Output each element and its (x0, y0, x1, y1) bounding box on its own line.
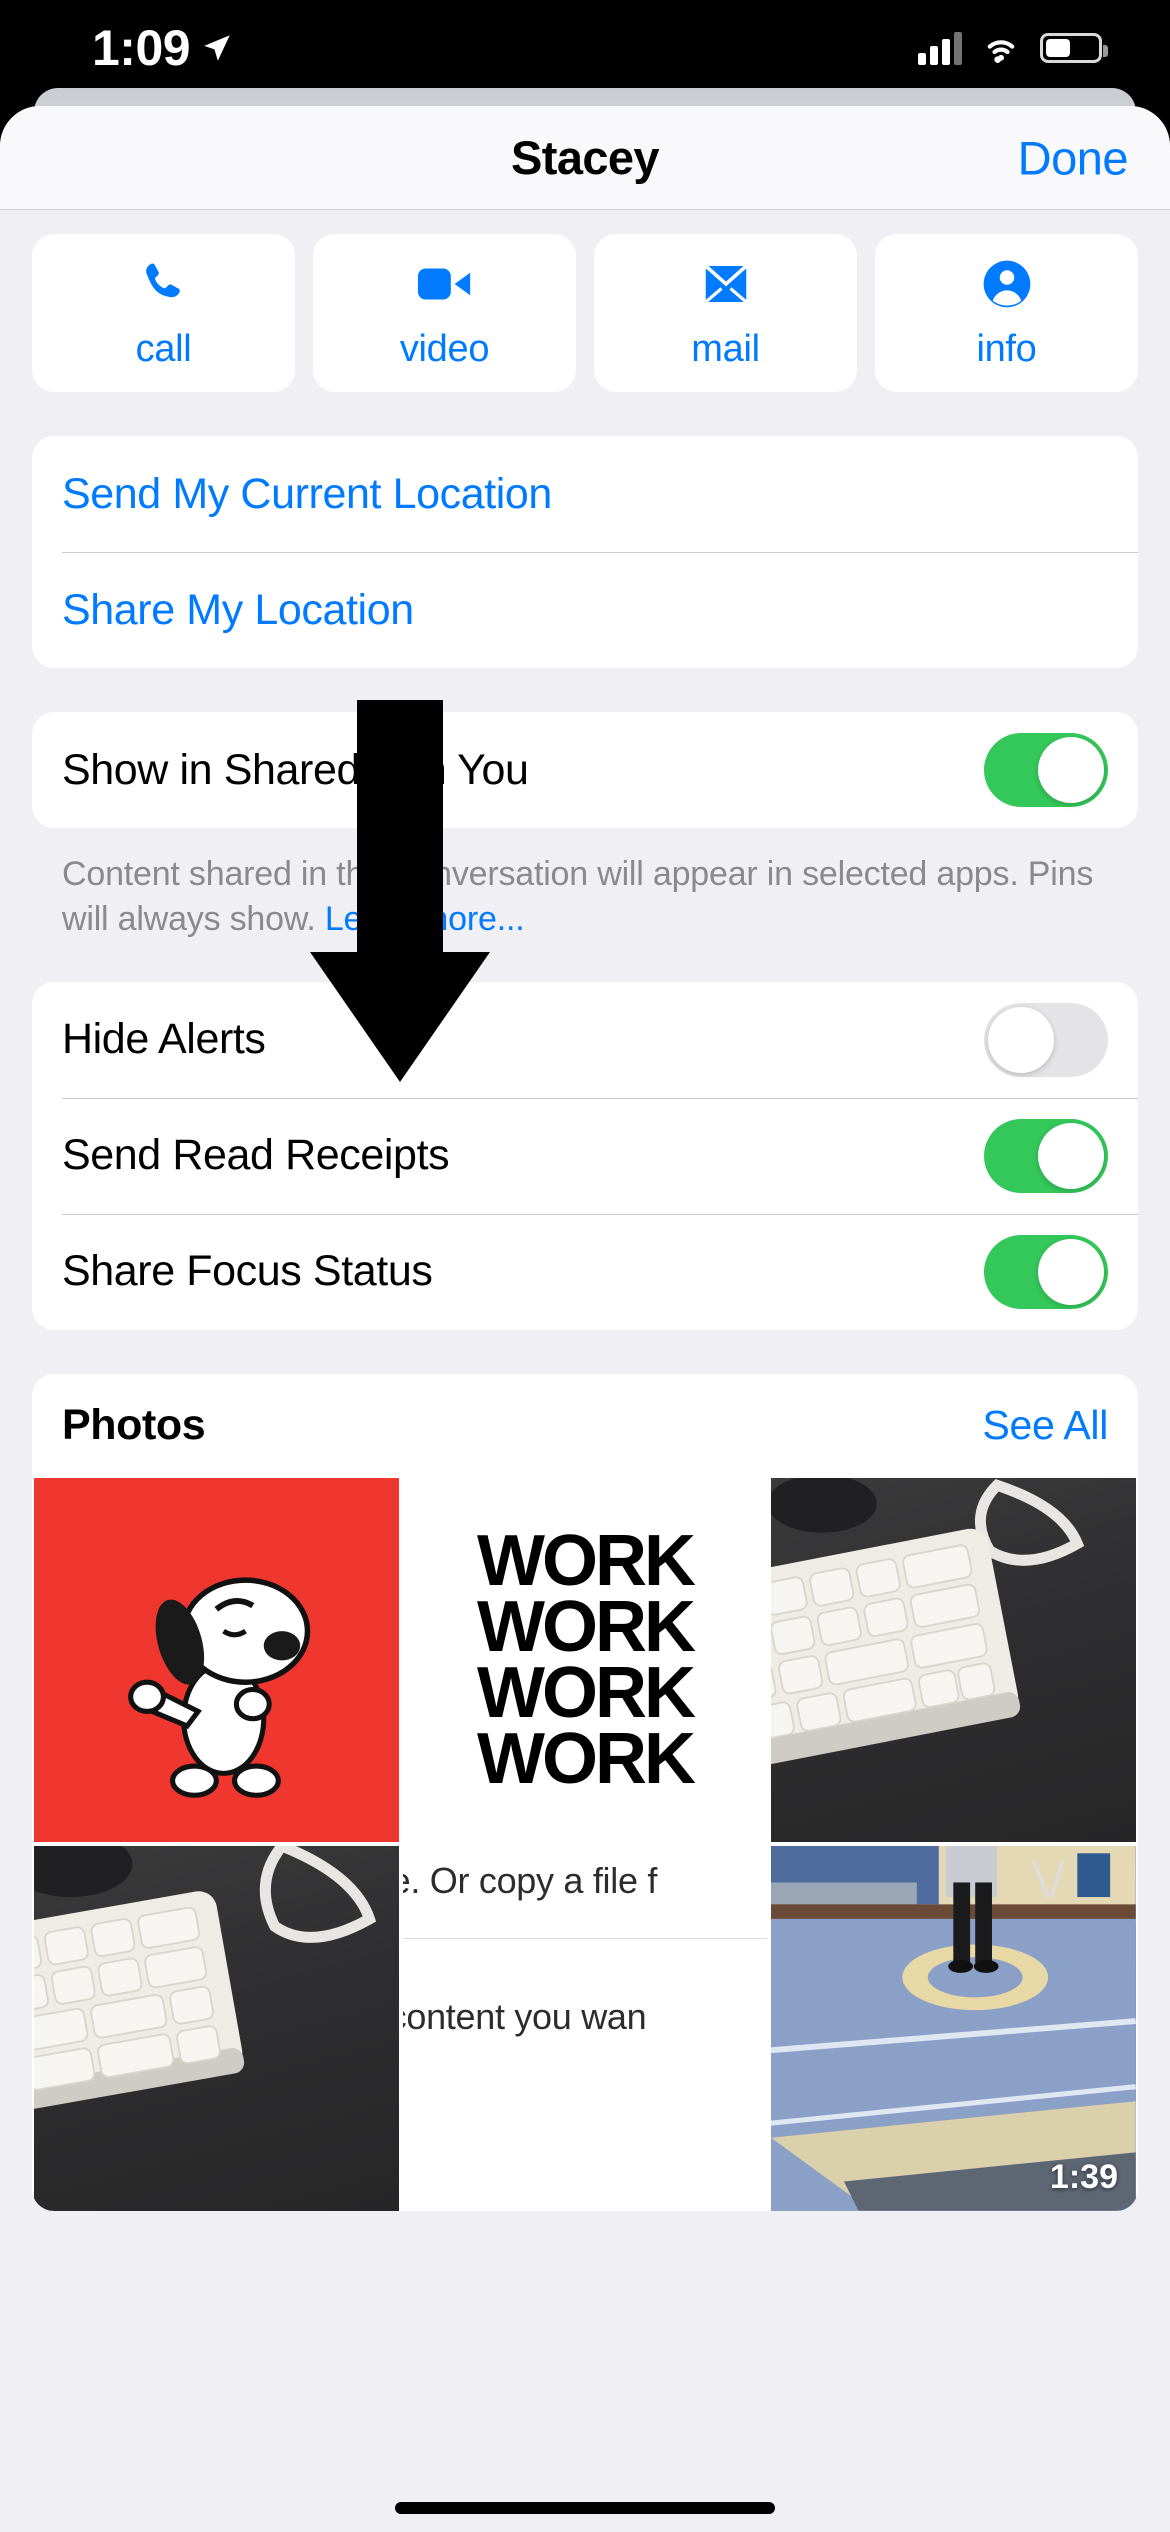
shared-with-you-note: Content shared in this conversation will… (32, 828, 1138, 942)
snoopy-image (34, 1477, 399, 1843)
send-read-receipts-toggle[interactable] (984, 1118, 1108, 1193)
show-in-shared-with-you-label: Show in Shared with You (62, 745, 529, 794)
conversation-details-sheet: Stacey Done call video mail info Send My… (0, 106, 1170, 2532)
mail-label: mail (691, 327, 760, 370)
photos-card: Photos See All WORK WORK WORK WORK e. Or… (32, 1373, 1138, 2212)
phone-icon (136, 256, 192, 312)
video-button[interactable]: video (313, 234, 576, 392)
send-my-current-location-label: Send My Current Location (62, 469, 552, 518)
photos-header: Photos See All (32, 1374, 1138, 1478)
info-label: info (976, 327, 1037, 370)
keyboard-desk-image (771, 1477, 1136, 1843)
gym-video-thumbnail: 1:39 (771, 1846, 1136, 2212)
share-focus-status-row[interactable]: Share Focus Status (32, 1213, 1138, 1330)
battery-icon (1040, 33, 1108, 63)
photos-grid: WORK WORK WORK WORK e. Or copy a file f … (32, 1477, 1138, 2212)
snoopy-figure (128, 1577, 311, 1798)
share-focus-status-toggle[interactable] (984, 1234, 1108, 1309)
conversation-settings-group: Hide Alerts Send Read Receipts Share Foc… (32, 981, 1138, 1330)
page-title: Stacey (511, 131, 660, 184)
hide-alerts-row[interactable]: Hide Alerts (32, 982, 1138, 1098)
sheet-navbar: Stacey Done (0, 106, 1170, 210)
show-in-shared-with-you-row[interactable]: Show in Shared with You (32, 712, 1138, 828)
work-line: WORK (477, 1520, 696, 1601)
status-time: 1:09 (92, 20, 191, 76)
person-circle-icon (979, 256, 1035, 312)
keyboard-figure (34, 1846, 377, 2121)
shared-with-you-group: Show in Shared with You (32, 712, 1138, 828)
wifi-icon (987, 40, 1015, 63)
photo-thumbnail[interactable] (34, 1846, 399, 2212)
call-button[interactable]: call (32, 234, 295, 392)
keyboard-desk-image (34, 1846, 399, 2212)
video-camera-icon (416, 256, 474, 312)
photo-thumbnail[interactable] (34, 1477, 399, 1843)
cellular-bars-icon (918, 31, 962, 65)
mail-button[interactable]: mail (594, 234, 857, 392)
status-bar-left: 1:09 (92, 19, 234, 77)
send-read-receipts-label: Send Read Receipts (62, 1131, 450, 1180)
hide-alerts-label: Hide Alerts (62, 1015, 266, 1064)
hide-alerts-toggle[interactable] (984, 1002, 1108, 1077)
document-line-2: content you wan (402, 1996, 647, 2038)
sheet-content: call video mail info Send My Current Loc… (0, 210, 1170, 2212)
video-label: video (399, 327, 490, 370)
location-arrow-icon (204, 35, 230, 61)
call-label: call (135, 327, 192, 370)
home-indicator[interactable] (395, 2502, 775, 2514)
send-my-current-location-row[interactable]: Send My Current Location (32, 436, 1138, 552)
shared-with-you-note-text: Content shared in this conversation will… (62, 855, 1094, 938)
photo-thumbnail[interactable]: 1:39 (771, 1846, 1136, 2212)
share-my-location-label: Share My Location (62, 585, 414, 634)
quick-actions-row: call video mail info (32, 210, 1138, 392)
photos-see-all-button[interactable]: See All (982, 1402, 1108, 1449)
location-group: Send My Current Location Share My Locati… (32, 436, 1138, 668)
gym-scene (771, 1846, 1136, 2212)
photo-thumbnail[interactable] (771, 1477, 1136, 1843)
photo-thumbnail[interactable]: e. Or copy a file f content you wan (402, 1846, 768, 2212)
video-duration-badge: 1:39 (1049, 2158, 1118, 2197)
iphone-screen: 1:09 Stacey Done call video mail info Se… (0, 0, 1170, 2532)
document-screenshot-image: e. Or copy a file f content you wan (402, 1846, 768, 2212)
photos-title: Photos (62, 1401, 206, 1450)
send-read-receipts-row[interactable]: Send Read Receipts (32, 1097, 1138, 1214)
share-my-location-row[interactable]: Share My Location (32, 552, 1138, 668)
status-bar-right (918, 31, 1108, 65)
photo-thumbnail[interactable]: WORK WORK WORK WORK (402, 1477, 768, 1843)
envelope-icon (699, 256, 753, 312)
document-line-1: e. Or copy a file f (402, 1860, 658, 1902)
keyboard-figure (771, 1477, 1085, 1771)
share-focus-status-label: Share Focus Status (62, 1247, 433, 1296)
work-line: WORK (477, 1719, 696, 1800)
work-line: WORK (477, 1653, 696, 1734)
work-line: WORK (477, 1586, 696, 1667)
show-in-shared-with-you-toggle[interactable] (984, 733, 1108, 807)
work-poster-image: WORK WORK WORK WORK (402, 1477, 768, 1843)
status-bar: 1:09 (0, 0, 1170, 96)
info-button[interactable]: info (875, 234, 1138, 392)
learn-more-link[interactable]: Learn more... (325, 900, 525, 938)
done-button[interactable]: Done (1018, 130, 1129, 185)
